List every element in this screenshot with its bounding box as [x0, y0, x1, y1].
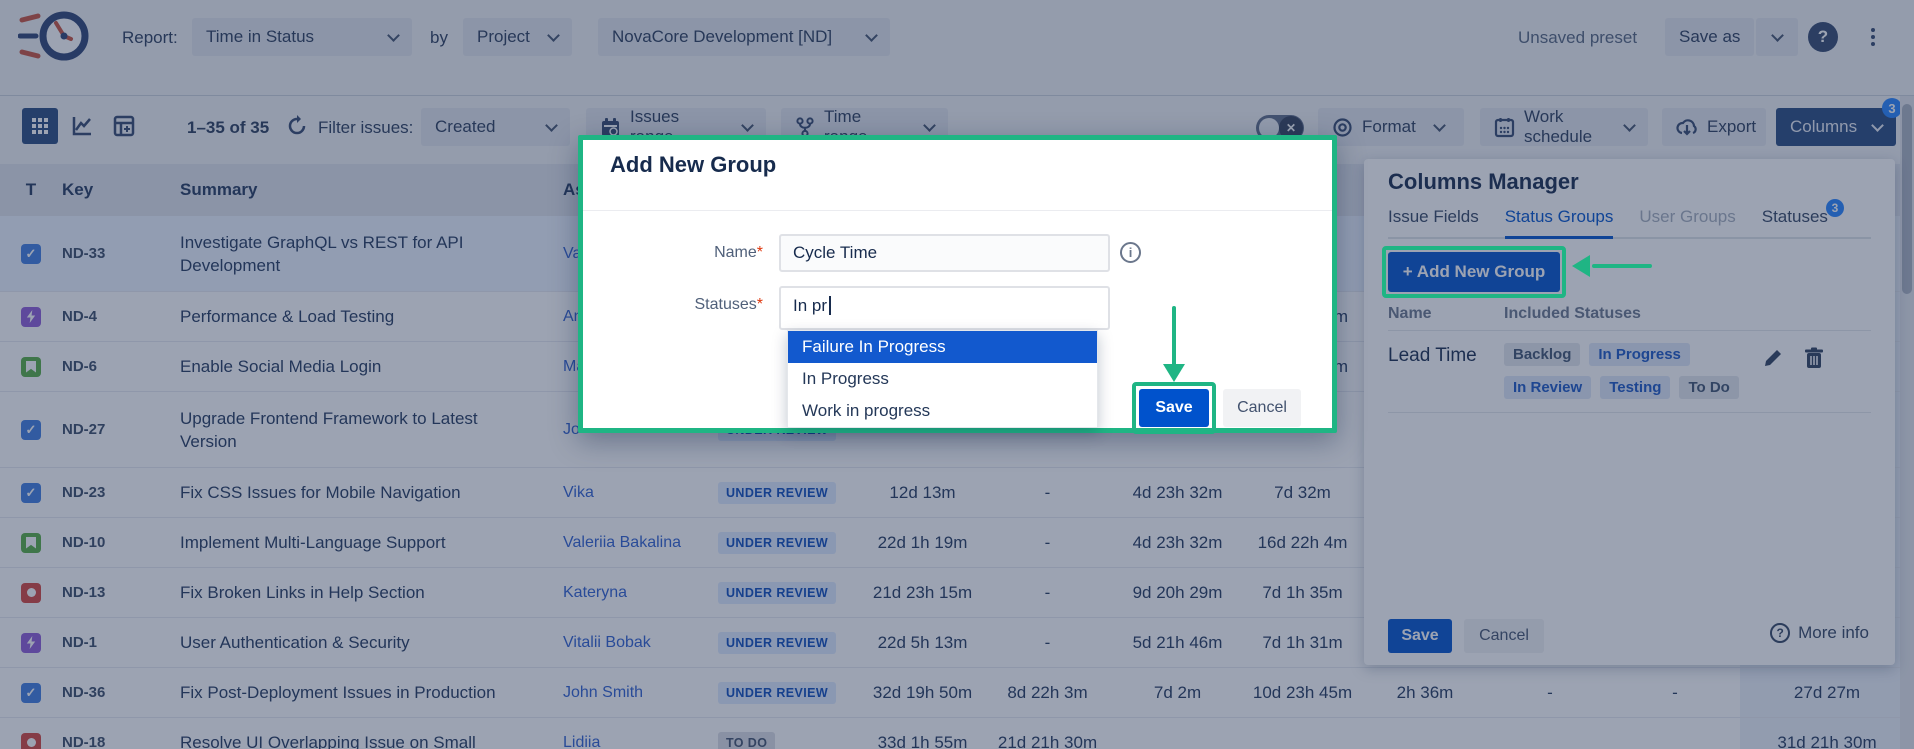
statuses-dropdown: Failure In Progress In Progress Work in …	[787, 330, 1098, 428]
divider	[583, 210, 1332, 211]
statuses-field-label: Statuses*	[583, 296, 763, 314]
save-arrow-line	[1172, 306, 1176, 368]
statuses-field-value: In pr	[793, 296, 827, 316]
add-group-highlight-ring	[1382, 246, 1566, 298]
save-highlight-ring	[1132, 382, 1216, 434]
dropdown-option[interactable]: Failure In Progress	[788, 331, 1097, 363]
modal-title: Add New Group	[610, 152, 776, 178]
add-group-arrow-line	[1592, 264, 1652, 268]
add-group-arrow-head	[1572, 255, 1590, 277]
required-asterisk: *	[757, 296, 763, 313]
statuses-label-text: Statuses	[695, 296, 757, 313]
dropdown-option[interactable]: Work in progress	[788, 395, 1097, 427]
modal-cancel-button[interactable]: Cancel	[1223, 389, 1301, 427]
required-asterisk: *	[757, 244, 763, 261]
info-icon[interactable]: i	[1120, 242, 1141, 263]
add-new-group-modal: Add New Group Name* Cycle Time i Statuse…	[578, 135, 1337, 433]
statuses-field[interactable]: In pr	[779, 286, 1110, 330]
text-cursor	[829, 296, 831, 315]
save-arrow-head	[1163, 364, 1185, 382]
name-label-text: Name	[714, 244, 757, 261]
name-field[interactable]: Cycle Time	[779, 234, 1110, 272]
dropdown-option[interactable]: In Progress	[788, 363, 1097, 395]
app-screen: Report: Time in Status by Project NovaCo…	[0, 0, 1914, 749]
name-field-label: Name*	[583, 244, 763, 262]
